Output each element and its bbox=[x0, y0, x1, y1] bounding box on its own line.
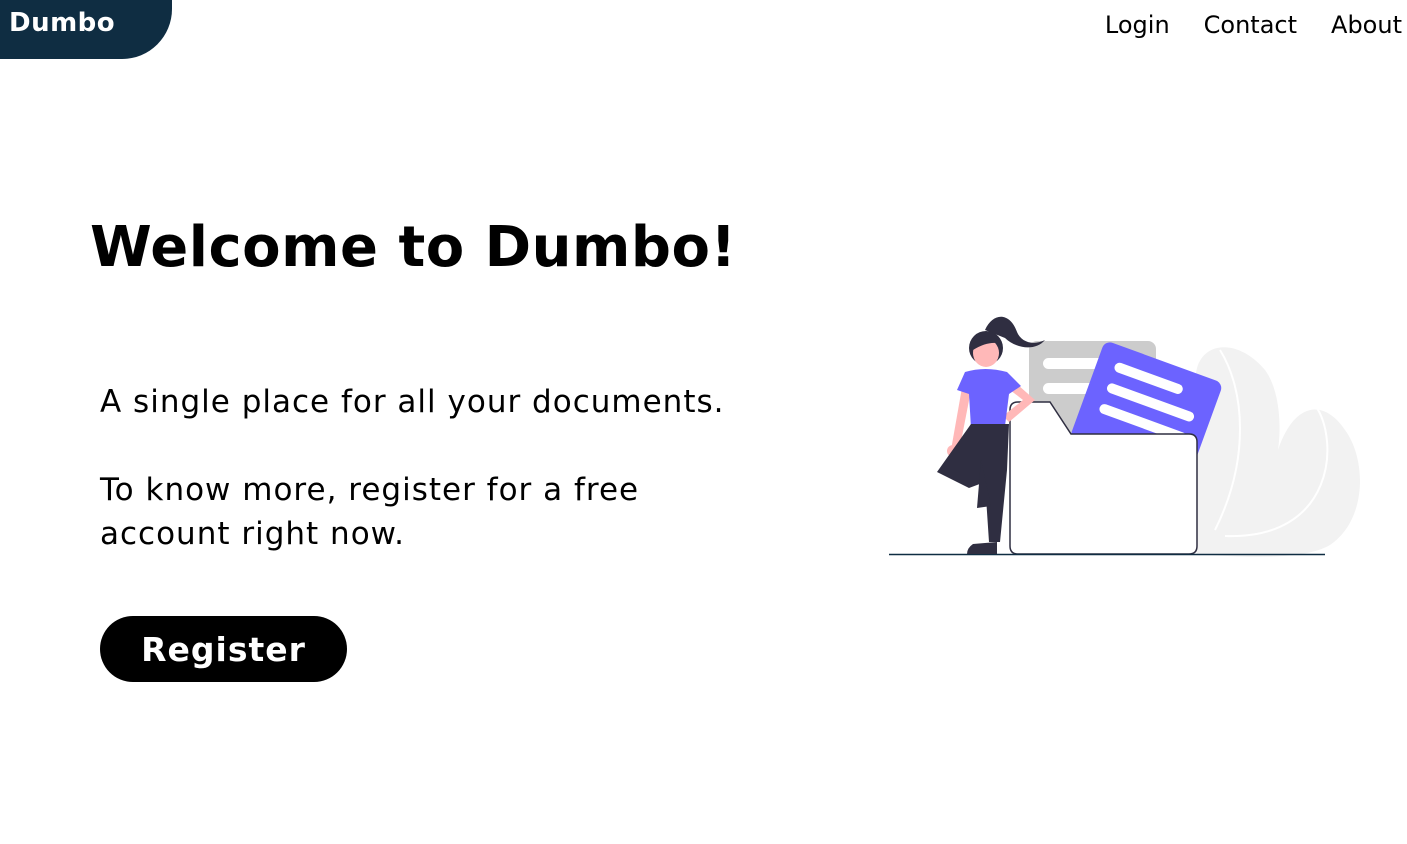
leaf-decoration bbox=[1188, 347, 1360, 557]
nav-login-link[interactable]: Login bbox=[1105, 9, 1170, 41]
register-prompt-text: To know more, register for a free accoun… bbox=[100, 472, 640, 552]
nav-about-link[interactable]: About bbox=[1331, 9, 1402, 41]
top-nav: Login Contact About bbox=[1105, 9, 1402, 41]
brand-name: Dumbo bbox=[9, 8, 116, 38]
landing-page: Dumbo Login Contact About Welcome to Dum… bbox=[0, 0, 1407, 844]
nav-contact-link[interactable]: Contact bbox=[1204, 9, 1297, 41]
documents-illustration bbox=[889, 316, 1360, 557]
tagline-text: A single place for all your documents. bbox=[100, 384, 725, 420]
register-button[interactable]: Register bbox=[100, 616, 347, 682]
brand-logo[interactable]: Dumbo bbox=[0, 0, 172, 59]
page-title: Welcome to Dumbo! bbox=[90, 215, 737, 280]
